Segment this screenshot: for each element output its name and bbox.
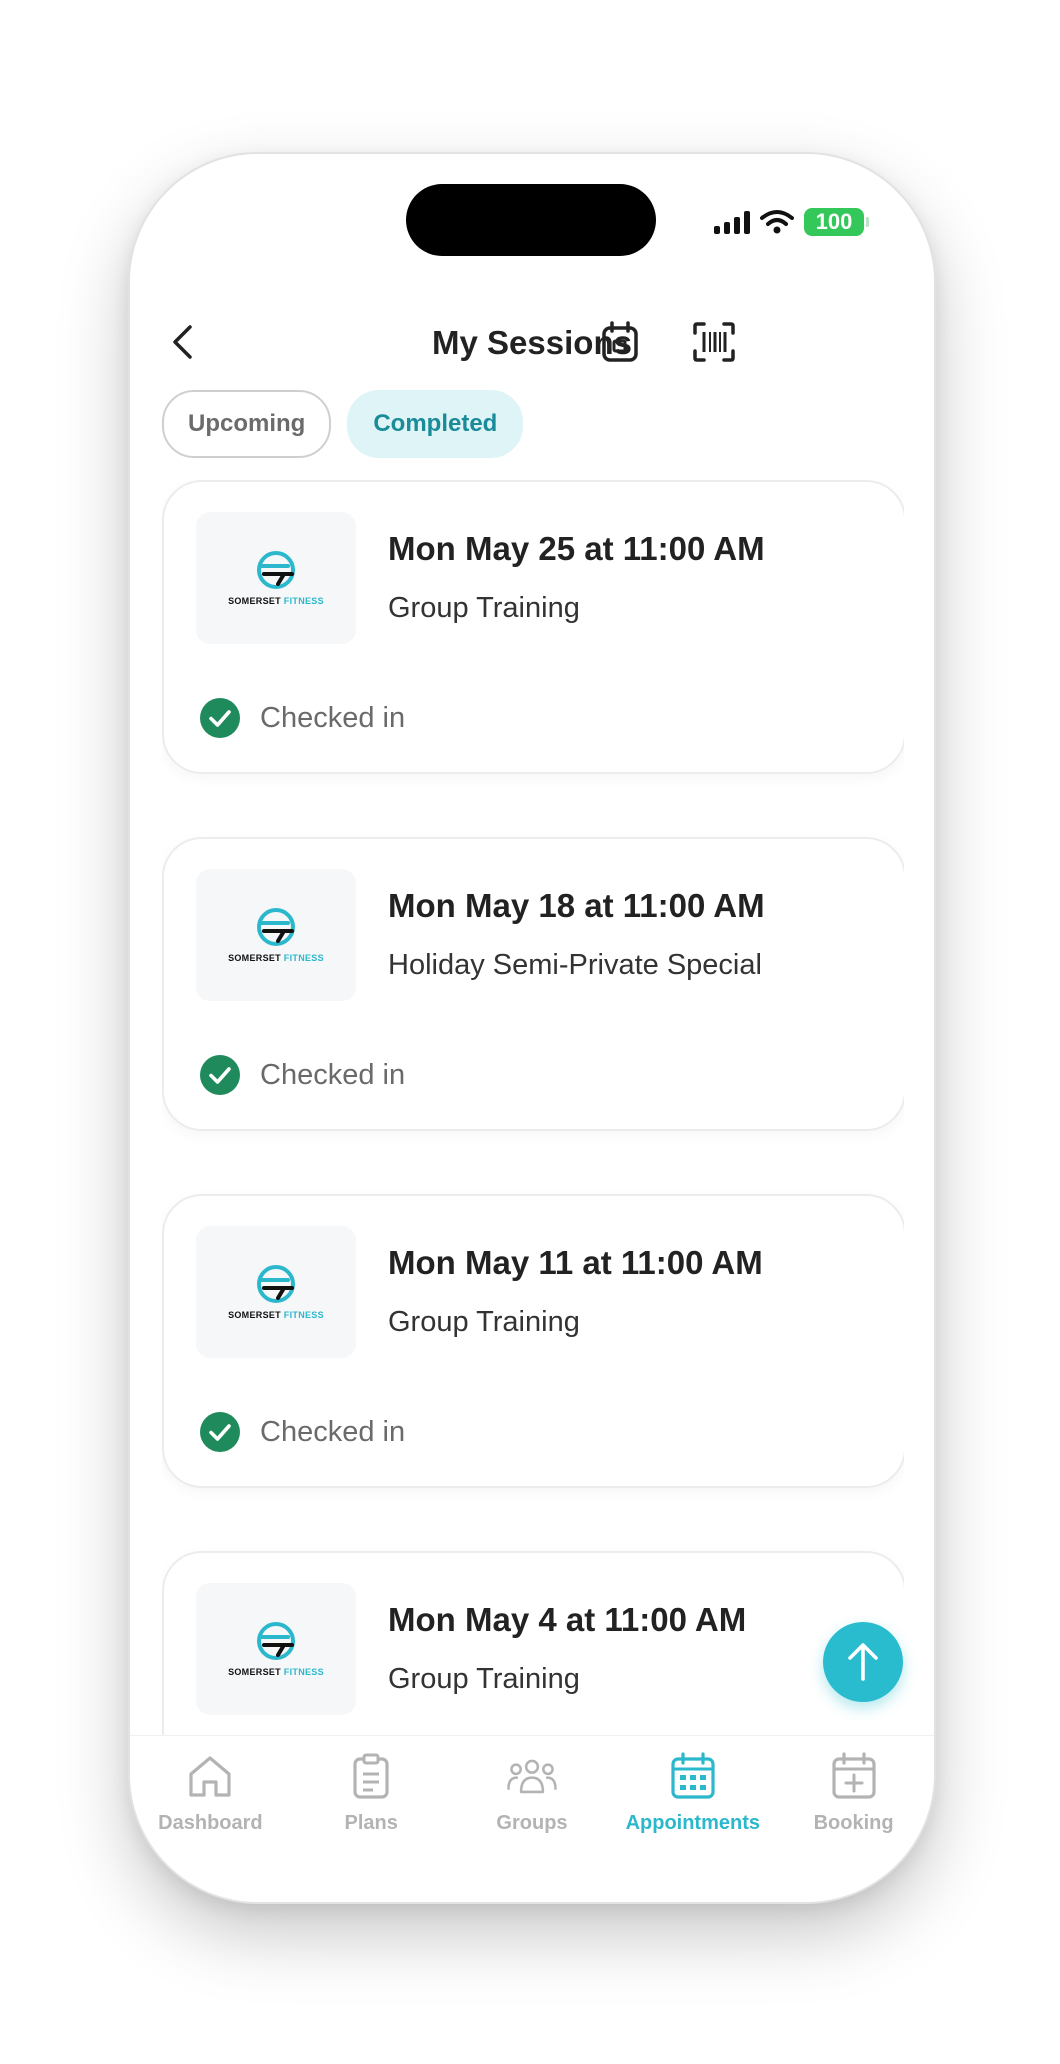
page-title: My Sessions xyxy=(432,324,632,361)
nav-item-plans[interactable]: Plans xyxy=(291,1736,452,1902)
nav-item-appointments[interactable]: Appointments xyxy=(612,1736,773,1902)
gym-logo: SOMERSET FITNESS xyxy=(196,869,356,1001)
session-name: Holiday Semi-Private Special xyxy=(388,949,762,981)
phone-frame: 100 My Sessions Upcoming Completed SOMER… xyxy=(128,152,936,1904)
checkin-label: Checked in xyxy=(260,701,406,734)
calendar-grid-icon xyxy=(671,1752,715,1799)
status-bar: 100 xyxy=(714,206,869,238)
logo-wordmark: SOMERSET FITNESS xyxy=(228,596,324,606)
calendar-button[interactable] xyxy=(596,318,644,366)
nav-label: Plans xyxy=(344,1812,398,1834)
nav-label: Groups xyxy=(496,1812,568,1834)
nav-label: Appointments xyxy=(625,1812,760,1834)
dynamic-island xyxy=(406,184,656,256)
tab-upcoming[interactable]: Upcoming xyxy=(162,390,332,458)
wifi-icon xyxy=(760,210,794,234)
nav-item-booking[interactable]: Booking xyxy=(773,1736,934,1902)
tab-completed[interactable]: Completed xyxy=(347,390,524,458)
barcode-scan-button[interactable] xyxy=(690,318,738,366)
gym-logo: SOMERSET FITNESS xyxy=(196,1583,356,1715)
session-datetime: Mon May 25 at 11:00 AM xyxy=(388,530,765,567)
check-circle-icon xyxy=(200,1412,240,1452)
checkin-status: Checked in xyxy=(200,698,405,738)
arrow-up-icon xyxy=(848,1643,878,1681)
app-header: My Sessions xyxy=(130,304,934,384)
signal-icon xyxy=(714,210,750,234)
battery-indicator: 100 xyxy=(804,208,869,236)
session-name: Group Training xyxy=(388,592,580,624)
check-circle-icon xyxy=(200,1055,240,1095)
session-datetime: Mon May 11 at 11:00 AM xyxy=(388,1244,763,1281)
calendar-plus-icon xyxy=(831,1752,876,1799)
session-card[interactable]: SOMERSET FITNESS Mon May 4 at 11:00 AM G… xyxy=(162,1551,904,1735)
logo-wordmark: SOMERSET FITNESS xyxy=(228,1310,324,1320)
nav-item-groups[interactable]: Groups xyxy=(452,1736,613,1902)
nav-label: Dashboard xyxy=(158,1812,263,1834)
session-datetime: Mon May 18 at 11:00 AM xyxy=(388,887,765,924)
checkin-label: Checked in xyxy=(260,1058,406,1091)
clipboard-icon xyxy=(353,1753,389,1799)
nav-label: Booking xyxy=(813,1812,894,1834)
barcode-scan-icon xyxy=(693,322,735,362)
group-icon xyxy=(507,1759,557,1794)
session-name: Group Training xyxy=(388,1663,580,1695)
somerset-fitness-logo-icon xyxy=(257,908,295,946)
scroll-to-top-button[interactable] xyxy=(823,1622,903,1702)
session-card[interactable]: SOMERSET FITNESS Mon May 18 at 11:00 AM … xyxy=(162,837,904,1131)
session-tabs: Upcoming Completed xyxy=(162,390,524,458)
nav-item-dashboard[interactable]: Dashboard xyxy=(130,1736,291,1902)
logo-wordmark: SOMERSET FITNESS xyxy=(228,953,324,963)
session-list: SOMERSET FITNESS Mon May 25 at 11:00 AM … xyxy=(162,480,904,1735)
bottom-nav: Dashboard Plans Groups Appointments Book… xyxy=(130,1735,934,1902)
logo-wordmark: SOMERSET FITNESS xyxy=(228,1667,324,1677)
session-datetime: Mon May 4 at 11:00 AM xyxy=(388,1601,747,1638)
somerset-fitness-logo-icon xyxy=(257,551,295,589)
checkin-status: Checked in xyxy=(200,1055,405,1095)
checkin-status: Checked in xyxy=(200,1412,405,1452)
check-circle-icon xyxy=(200,698,240,738)
gym-logo: SOMERSET FITNESS xyxy=(196,512,356,644)
checkin-label: Checked in xyxy=(260,1415,406,1448)
somerset-fitness-logo-icon xyxy=(257,1622,295,1660)
calendar-icon xyxy=(602,321,638,362)
session-card[interactable]: SOMERSET FITNESS Mon May 11 at 11:00 AM … xyxy=(162,1194,904,1488)
session-card[interactable]: SOMERSET FITNESS Mon May 25 at 11:00 AM … xyxy=(162,480,904,774)
session-name: Group Training xyxy=(388,1306,580,1338)
gym-logo: SOMERSET FITNESS xyxy=(196,1226,356,1358)
somerset-fitness-logo-icon xyxy=(257,1265,295,1303)
home-icon xyxy=(189,1756,231,1797)
